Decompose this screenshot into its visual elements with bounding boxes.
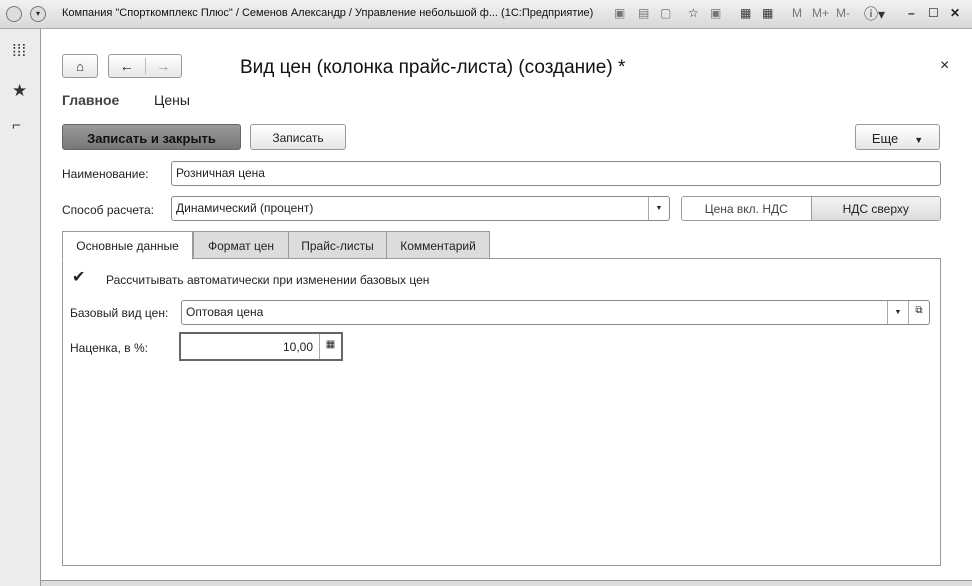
dropdown-arrow-icon[interactable]: ▼	[648, 197, 669, 220]
favorites-icon[interactable]: ☆	[688, 6, 699, 20]
history-icon[interactable]: ⌐	[12, 117, 21, 134]
forward-button[interactable]: →	[146, 58, 182, 74]
apps-grid-icon[interactable]: ⁞⁞⁞	[12, 41, 26, 61]
calculator-icon[interactable]: ▦	[740, 6, 751, 20]
open-icon[interactable]: ⧉	[908, 301, 929, 324]
status-bar	[41, 580, 972, 586]
tab-price-format[interactable]: Формат цен	[193, 231, 289, 259]
method-value: Динамический (процент)	[176, 201, 314, 215]
calendar-icon[interactable]: ▦	[762, 6, 773, 20]
vat-toggle: Цена вкл. НДС НДС сверху	[681, 196, 941, 221]
preview-icon[interactable]: ▢	[660, 6, 671, 20]
navigation-buttons: ← →	[108, 54, 182, 78]
vat-on-top-option[interactable]: НДС сверху	[811, 197, 940, 220]
save-button[interactable]: Записать	[250, 124, 346, 150]
save-and-close-button[interactable]: Записать и закрыть	[62, 124, 241, 150]
base-price-value: Оптовая цена	[186, 305, 264, 319]
memory-button[interactable]: M	[792, 6, 802, 20]
minimize-button[interactable]: –	[908, 6, 915, 20]
home-icon: ⌂	[76, 59, 84, 74]
base-price-label: Базовый вид цен:	[70, 306, 169, 320]
more-button[interactable]: Еще ▼	[855, 124, 940, 150]
method-label: Способ расчета:	[62, 203, 154, 217]
base-price-select[interactable]: Оптовая цена ▼ ⧉	[181, 300, 930, 325]
tab-comment[interactable]: Комментарий	[386, 231, 490, 259]
vat-included-option[interactable]: Цена вкл. НДС	[682, 197, 812, 220]
bookmark-icon[interactable]: ▣	[710, 6, 721, 20]
name-input[interactable]: Розничная цена	[171, 161, 941, 186]
checkmark-icon: ✔	[72, 269, 86, 286]
tab-main-data[interactable]: Основные данные	[62, 231, 193, 260]
more-label: Еще	[871, 131, 899, 146]
tab-price-lists[interactable]: Прайс-листы	[288, 231, 387, 259]
name-label: Наименование:	[62, 167, 149, 181]
markup-label: Наценка, в %:	[70, 341, 148, 355]
auto-calc-label: Рассчитывать автоматически при изменении…	[106, 273, 430, 287]
save-icon[interactable]: ▣	[614, 6, 625, 20]
home-button[interactable]: ⌂	[62, 54, 98, 78]
markup-value: 10,00	[282, 340, 313, 354]
main-menu-icon[interactable]: ▾	[30, 6, 46, 22]
back-button[interactable]: ←	[109, 58, 146, 74]
calculator-icon[interactable]: ▦	[319, 334, 341, 359]
print-icon[interactable]: ▤	[638, 6, 649, 20]
method-select[interactable]: Динамический (процент) ▼	[171, 196, 670, 221]
app-logo-icon[interactable]	[6, 6, 22, 22]
close-form-button[interactable]: ×	[940, 57, 949, 75]
auto-calc-checkbox[interactable]: ✔	[72, 270, 88, 286]
page-title: Вид цен (колонка прайс-листа) (создание)…	[240, 57, 626, 78]
nav-tab-main[interactable]: Главное	[62, 92, 119, 108]
maximize-button[interactable]: ☐	[928, 6, 939, 20]
memory-plus-button[interactable]: M+	[812, 6, 829, 20]
chevron-down-icon: ▼	[914, 135, 924, 145]
sidebar: ⁞⁞⁞ ★ ⌐	[0, 29, 41, 586]
memory-minus-button[interactable]: M-	[836, 6, 850, 20]
star-icon[interactable]: ★	[12, 81, 27, 101]
close-window-button[interactable]: ✕	[950, 6, 960, 20]
dropdown-arrow-icon[interactable]: ▼	[887, 301, 908, 324]
nav-tab-prices[interactable]: Цены	[154, 92, 190, 108]
markup-input[interactable]: 10,00 ▦	[179, 332, 343, 361]
window-title: Компания "Спорткомплекс Плюс" / Семенов …	[62, 7, 594, 19]
title-bar: ▾ Компания "Спорткомплекс Плюс" / Семено…	[0, 0, 972, 29]
info-icon[interactable]: ⓘ▾	[864, 4, 885, 24]
